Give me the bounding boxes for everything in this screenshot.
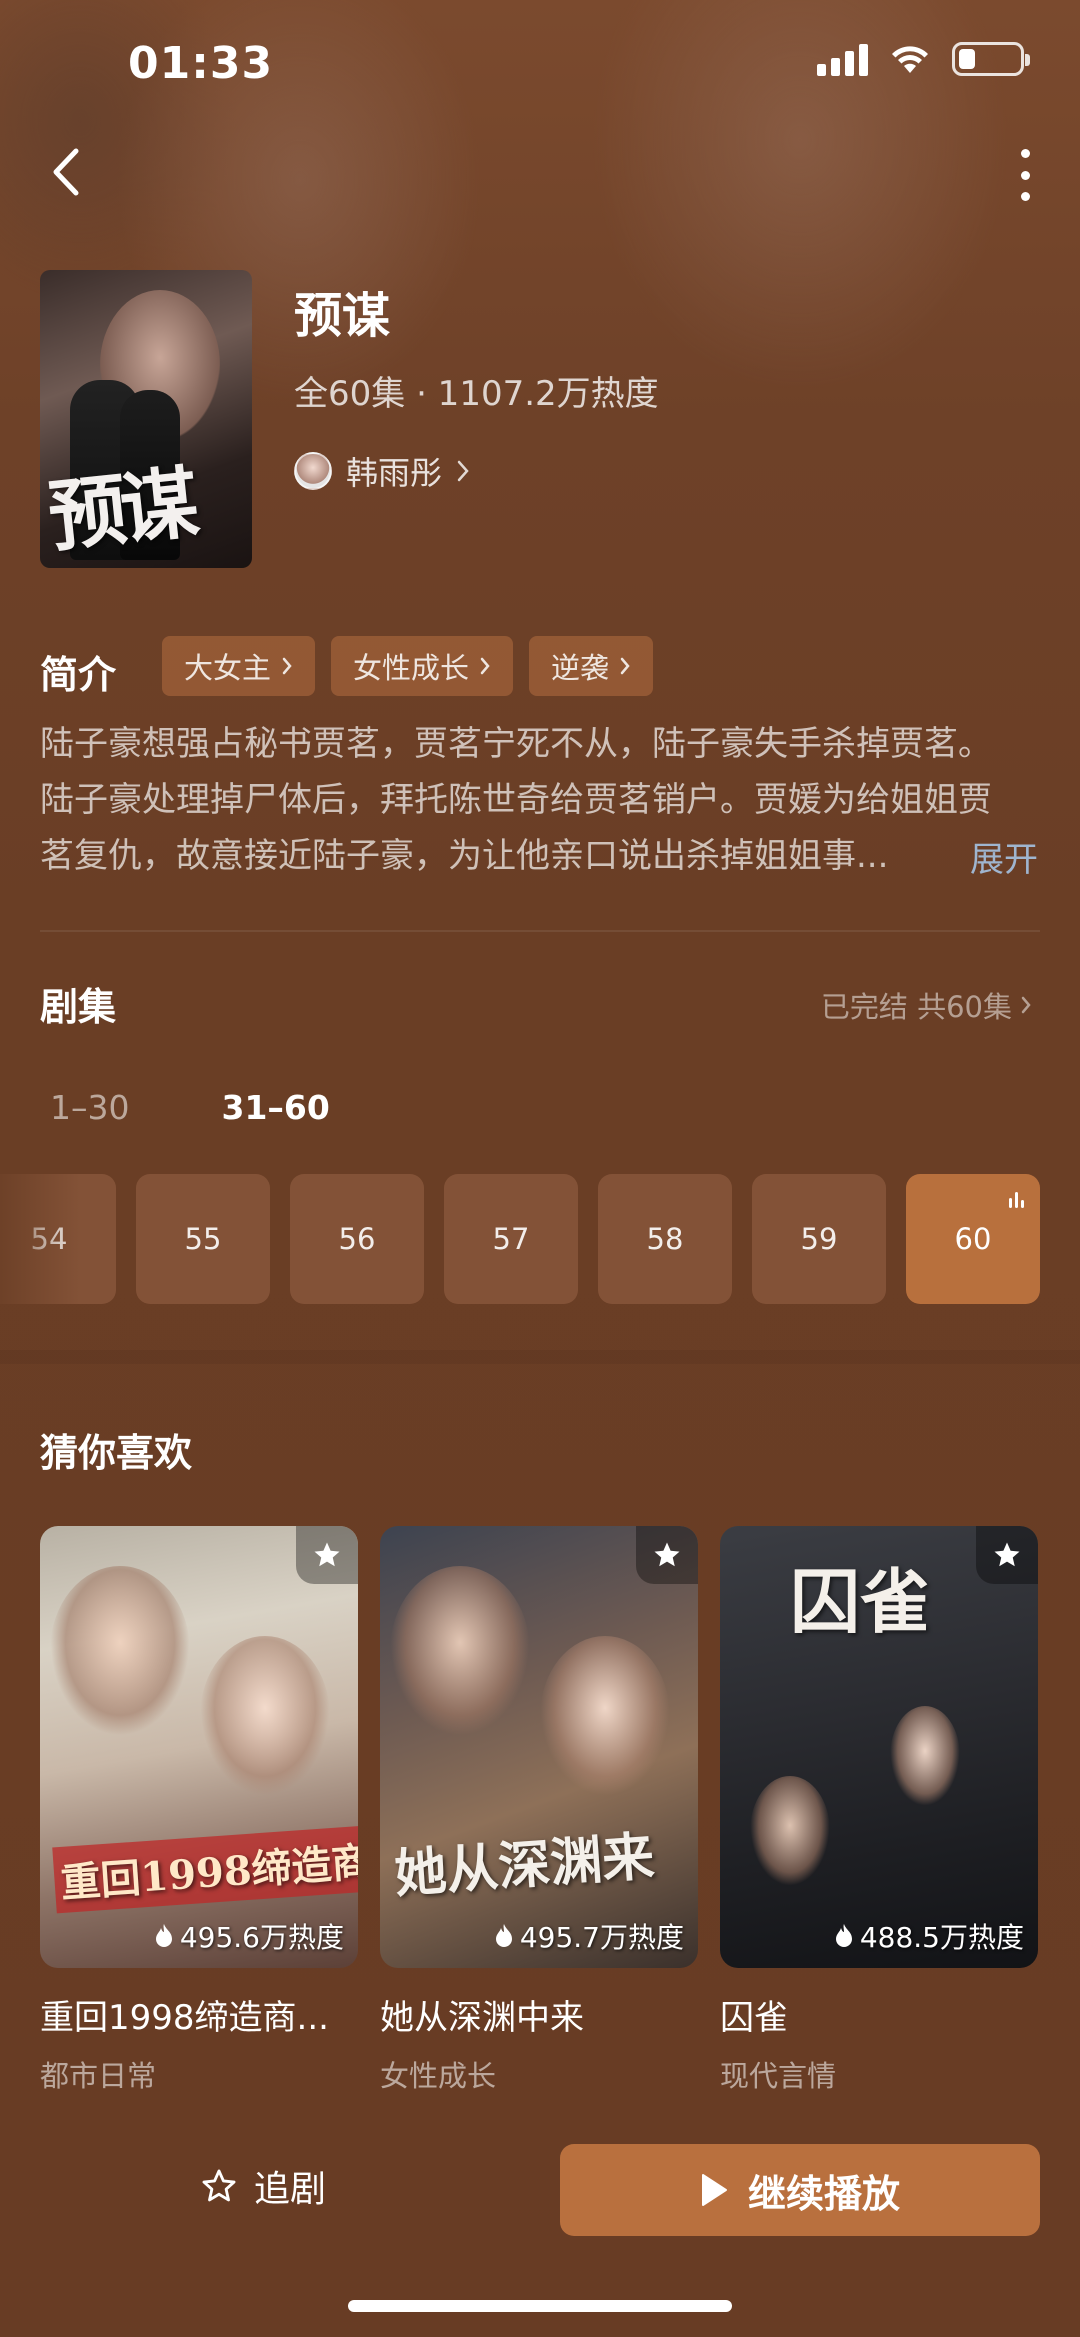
section-divider — [0, 1350, 1080, 1364]
star-icon — [314, 1542, 340, 1567]
heat-value: 495.7万热度 — [519, 1921, 684, 1954]
drama-poster: 预谋 — [40, 270, 252, 568]
recommend-card[interactable]: 囚雀 488.5万热度 囚雀 现代言情 — [720, 1526, 1038, 2095]
chevron-left-icon — [53, 148, 79, 196]
tag-list: 大女主 女性成长 逆袭 — [162, 636, 654, 696]
recommend-genre: 女性成长 — [380, 2059, 497, 2093]
favorite-button[interactable] — [976, 1526, 1038, 1584]
range-tab-31-60[interactable]: 31–60 — [222, 1088, 330, 1127]
recommend-genre: 现代言情 — [720, 2059, 837, 2093]
drama-title: 预谋 — [294, 288, 391, 344]
heat-badge: 495.7万热度 — [494, 1916, 684, 1956]
drama-detail-page: 01:33 预谋 预谋 全60集 · 1107.2万热度 韩雨彤 简介 大女主 … — [0, 0, 1080, 2337]
heat-value: 488.5万热度 — [859, 1921, 1024, 1954]
episodes-status-link[interactable]: 已完结 共60集 — [821, 984, 1032, 1026]
section-divider — [40, 930, 1040, 932]
recommend-name[interactable]: 她从深渊中来 — [380, 1990, 698, 2039]
range-tab-1-30[interactable]: 1–30 — [50, 1088, 130, 1127]
cover-title-art: 她从深渊来 — [392, 1825, 657, 1905]
now-playing-icon — [1009, 1192, 1024, 1208]
episode-number: 60 — [954, 1222, 992, 1256]
chevron-right-icon — [480, 657, 490, 675]
chevron-right-icon — [282, 657, 292, 675]
chevron-right-icon — [1021, 996, 1031, 1014]
star-icon — [654, 1542, 680, 1567]
status-icons — [817, 42, 1030, 76]
intro-description: 陆子豪想强占秘书贾茗，贾茗宁死不从，陆子豪失手杀掉贾茗。 陆子豪处理掉尸体后，拜… — [40, 716, 1040, 884]
follow-label: 追剧 — [254, 2169, 327, 2210]
status-time: 01:33 — [128, 38, 274, 89]
recommend-title: 猜你喜欢 — [40, 1431, 193, 1475]
episode-button[interactable]: 57 — [444, 1174, 578, 1304]
play-icon — [701, 2174, 727, 2206]
drama-meta: 全60集 · 1107.2万热度 — [294, 374, 659, 414]
author-name: 韩雨彤 — [346, 454, 443, 492]
episode-list-fade — [0, 1174, 80, 1304]
favorite-button[interactable] — [296, 1526, 358, 1584]
chevron-right-icon — [457, 460, 469, 482]
back-button[interactable] — [40, 140, 90, 204]
recommend-name[interactable]: 囚雀 — [720, 1990, 1038, 2039]
episode-button[interactable]: 59 — [752, 1174, 886, 1304]
more-dot-icon — [1020, 192, 1030, 201]
episodes-status: 已完结 共60集 — [820, 990, 1012, 1024]
description-line: 陆子豪处理掉尸体后，拜托陈世奇给贾茗销户。贾媛为给姐姐贾 — [40, 780, 992, 820]
tag-label: 逆袭 — [551, 651, 610, 685]
home-indicator[interactable] — [348, 2300, 732, 2312]
cover-title-art: 重回1998缔造商业帝国 — [52, 1816, 358, 1914]
cover-title-art: 囚雀 — [790, 1560, 930, 1643]
star-outline-icon — [202, 2169, 236, 2202]
follow-button[interactable]: 追剧 — [200, 2160, 326, 2212]
heat-badge: 495.6万热度 — [154, 1916, 344, 1956]
tag-label: 女性成长 — [353, 651, 470, 685]
recommend-name[interactable]: 重回1998缔造商... — [40, 1990, 358, 2039]
episode-list: 54 55 56 57 58 59 60 — [0, 1174, 1040, 1304]
episode-button[interactable]: 56 — [290, 1174, 424, 1304]
star-icon — [994, 1542, 1020, 1567]
flame-icon — [155, 1924, 172, 1947]
intro-label: 简介 — [40, 653, 117, 697]
episode-button[interactable]: 55 — [136, 1174, 270, 1304]
author-link[interactable]: 韩雨彤 — [294, 448, 470, 494]
description-line: 陆子豪想强占秘书贾茗，贾茗宁死不从，陆子豪失手杀掉贾茗。 — [40, 724, 992, 764]
description-line: 茗复仇，故意接近陆子豪，为让他亲口说出杀掉姐姐事... — [40, 836, 889, 876]
wifi-icon — [892, 46, 928, 73]
expand-link[interactable]: 展开 — [970, 832, 1038, 881]
flame-icon — [835, 1924, 852, 1947]
recommend-list: 重回1998缔造商业帝国 495.6万热度 重回1998缔造商... 都市日常 … — [40, 1526, 1038, 2095]
episodes-title: 剧集 — [40, 985, 117, 1029]
heat-badge: 488.5万热度 — [834, 1916, 1024, 1956]
tag-label: 大女主 — [184, 651, 272, 685]
recommend-genre: 都市日常 — [40, 2059, 157, 2093]
more-dot-icon — [1020, 170, 1030, 180]
cellular-signal-icon — [817, 42, 868, 76]
chevron-right-icon — [620, 657, 630, 675]
poster-title-art: 预谋 — [44, 457, 198, 564]
more-options-button[interactable] — [1010, 145, 1040, 205]
recommend-card[interactable]: 重回1998缔造商业帝国 495.6万热度 重回1998缔造商... 都市日常 — [40, 1526, 358, 2095]
episode-button-current[interactable]: 60 — [906, 1174, 1040, 1304]
tag-chip[interactable]: 大女主 — [162, 636, 316, 696]
continue-play-button[interactable]: 继续播放 — [560, 2144, 1040, 2236]
recommend-cover[interactable]: 她从深渊来 495.7万热度 — [380, 1526, 698, 1968]
recommend-card[interactable]: 她从深渊来 495.7万热度 她从深渊中来 女性成长 — [380, 1526, 698, 2095]
tag-chip[interactable]: 逆袭 — [529, 636, 654, 696]
more-dot-icon — [1020, 149, 1030, 158]
heat-value: 495.6万热度 — [179, 1921, 344, 1954]
favorite-button[interactable] — [636, 1526, 698, 1584]
battery-icon — [952, 42, 1030, 76]
episode-range-tabs: 1–30 31–60 — [50, 1088, 330, 1127]
episode-button[interactable]: 58 — [598, 1174, 732, 1304]
tag-chip[interactable]: 女性成长 — [331, 636, 514, 696]
continue-play-label: 继续播放 — [747, 2171, 900, 2216]
author-avatar — [294, 452, 332, 490]
recommend-cover[interactable]: 重回1998缔造商业帝国 495.6万热度 — [40, 1526, 358, 1968]
recommend-cover[interactable]: 囚雀 488.5万热度 — [720, 1526, 1038, 1968]
flame-icon — [495, 1924, 512, 1947]
